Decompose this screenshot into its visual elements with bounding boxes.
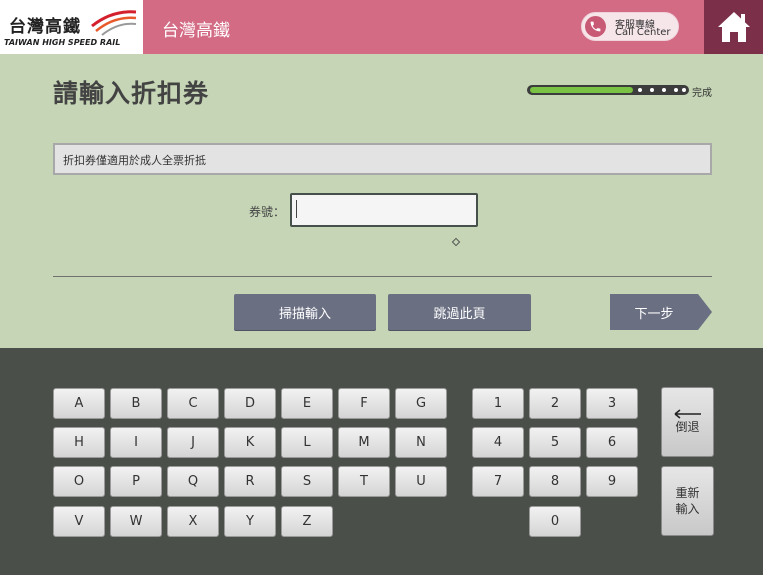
key-w[interactable]: W xyxy=(110,506,162,537)
key-e[interactable]: E xyxy=(281,388,333,419)
header-title: 台灣高鐵 xyxy=(162,21,230,41)
key-h[interactable]: H xyxy=(53,427,105,458)
logo-english-text: TAIWAN HIGH SPEED RAIL xyxy=(4,38,121,47)
arrow-left-icon xyxy=(674,409,701,419)
key-m[interactable]: M xyxy=(338,427,390,458)
scan-input-button[interactable]: 掃描輸入 xyxy=(234,294,376,330)
voucher-number-label: 券號： xyxy=(249,205,286,219)
key-z[interactable]: Z xyxy=(281,506,333,537)
progress-step-dot xyxy=(674,88,678,92)
key-u[interactable]: U xyxy=(395,466,447,497)
text-caret xyxy=(296,200,297,218)
logo-swoosh-icon xyxy=(91,10,137,36)
key-y[interactable]: Y xyxy=(224,506,276,537)
next-step-label: 下一步 xyxy=(634,306,674,322)
home-icon xyxy=(717,12,750,42)
progress-step-dot xyxy=(650,88,654,92)
key-r[interactable]: R xyxy=(224,466,276,497)
reset-label-line2: 輸入 xyxy=(675,502,700,516)
key-f[interactable]: F xyxy=(338,388,390,419)
key-a[interactable]: A xyxy=(53,388,105,419)
voucher-number-input[interactable] xyxy=(290,193,478,227)
notice-box: 折扣券僅適用於成人全票折抵 xyxy=(53,143,712,175)
key-t[interactable]: T xyxy=(338,466,390,497)
phone-icon xyxy=(585,16,606,37)
progress-label: 完成 xyxy=(692,88,712,99)
key-4[interactable]: 4 xyxy=(472,427,524,458)
thsr-logo: 台灣高鐵 TAIWAN HIGH SPEED RAIL xyxy=(0,0,143,54)
key-3[interactable]: 3 xyxy=(586,388,638,419)
key-9[interactable]: 9 xyxy=(586,466,638,497)
reset-input-key[interactable]: 重新 輸入 xyxy=(661,466,714,536)
logo-chinese-text: 台灣高鐵 xyxy=(9,17,81,37)
progress-fill xyxy=(530,87,633,93)
key-b[interactable]: B xyxy=(110,388,162,419)
progress-bar xyxy=(527,85,689,95)
key-1[interactable]: 1 xyxy=(472,388,524,419)
main-panel: 請輸入折扣券 完成 折扣券僅適用於成人全票折抵 券號： 掃描輸入 跳過此頁 下一… xyxy=(0,54,763,348)
key-x[interactable]: X xyxy=(167,506,219,537)
backspace-key[interactable]: 倒退 xyxy=(661,387,714,457)
home-button[interactable] xyxy=(704,0,763,54)
key-g[interactable]: G xyxy=(395,388,447,419)
header-bar: 台灣高鐵 TAIWAN HIGH SPEED RAIL 台灣高鐵 客服專線 Ca… xyxy=(0,0,763,54)
key-p[interactable]: P xyxy=(110,466,162,497)
page-title: 請輸入折扣券 xyxy=(53,79,210,108)
key-6[interactable]: 6 xyxy=(586,427,638,458)
key-5[interactable]: 5 xyxy=(529,427,581,458)
diamond-marker-icon xyxy=(451,237,461,247)
key-k[interactable]: K xyxy=(224,427,276,458)
key-2[interactable]: 2 xyxy=(529,388,581,419)
key-i[interactable]: I xyxy=(110,427,162,458)
next-step-button[interactable]: 下一步 xyxy=(610,294,712,330)
key-d[interactable]: D xyxy=(224,388,276,419)
key-q[interactable]: Q xyxy=(167,466,219,497)
key-l[interactable]: L xyxy=(281,427,333,458)
key-v[interactable]: V xyxy=(53,506,105,537)
skip-page-button[interactable]: 跳過此頁 xyxy=(388,294,531,330)
call-center-en-label: Call Center xyxy=(615,27,671,38)
progress-step-dot xyxy=(638,88,642,92)
key-0[interactable]: 0 xyxy=(529,506,581,537)
call-center-button[interactable]: 客服專線 Call Center xyxy=(581,12,679,41)
key-s[interactable]: S xyxy=(281,466,333,497)
reset-label-line1: 重新 xyxy=(675,486,700,500)
key-j[interactable]: J xyxy=(167,427,219,458)
key-8[interactable]: 8 xyxy=(529,466,581,497)
divider xyxy=(53,276,712,277)
key-o[interactable]: O xyxy=(53,466,105,497)
key-c[interactable]: C xyxy=(167,388,219,419)
progress-step-dot xyxy=(662,88,666,92)
backspace-label: 倒退 xyxy=(675,420,700,434)
progress-step-dot xyxy=(682,88,686,92)
key-n[interactable]: N xyxy=(395,427,447,458)
key-7[interactable]: 7 xyxy=(472,466,524,497)
